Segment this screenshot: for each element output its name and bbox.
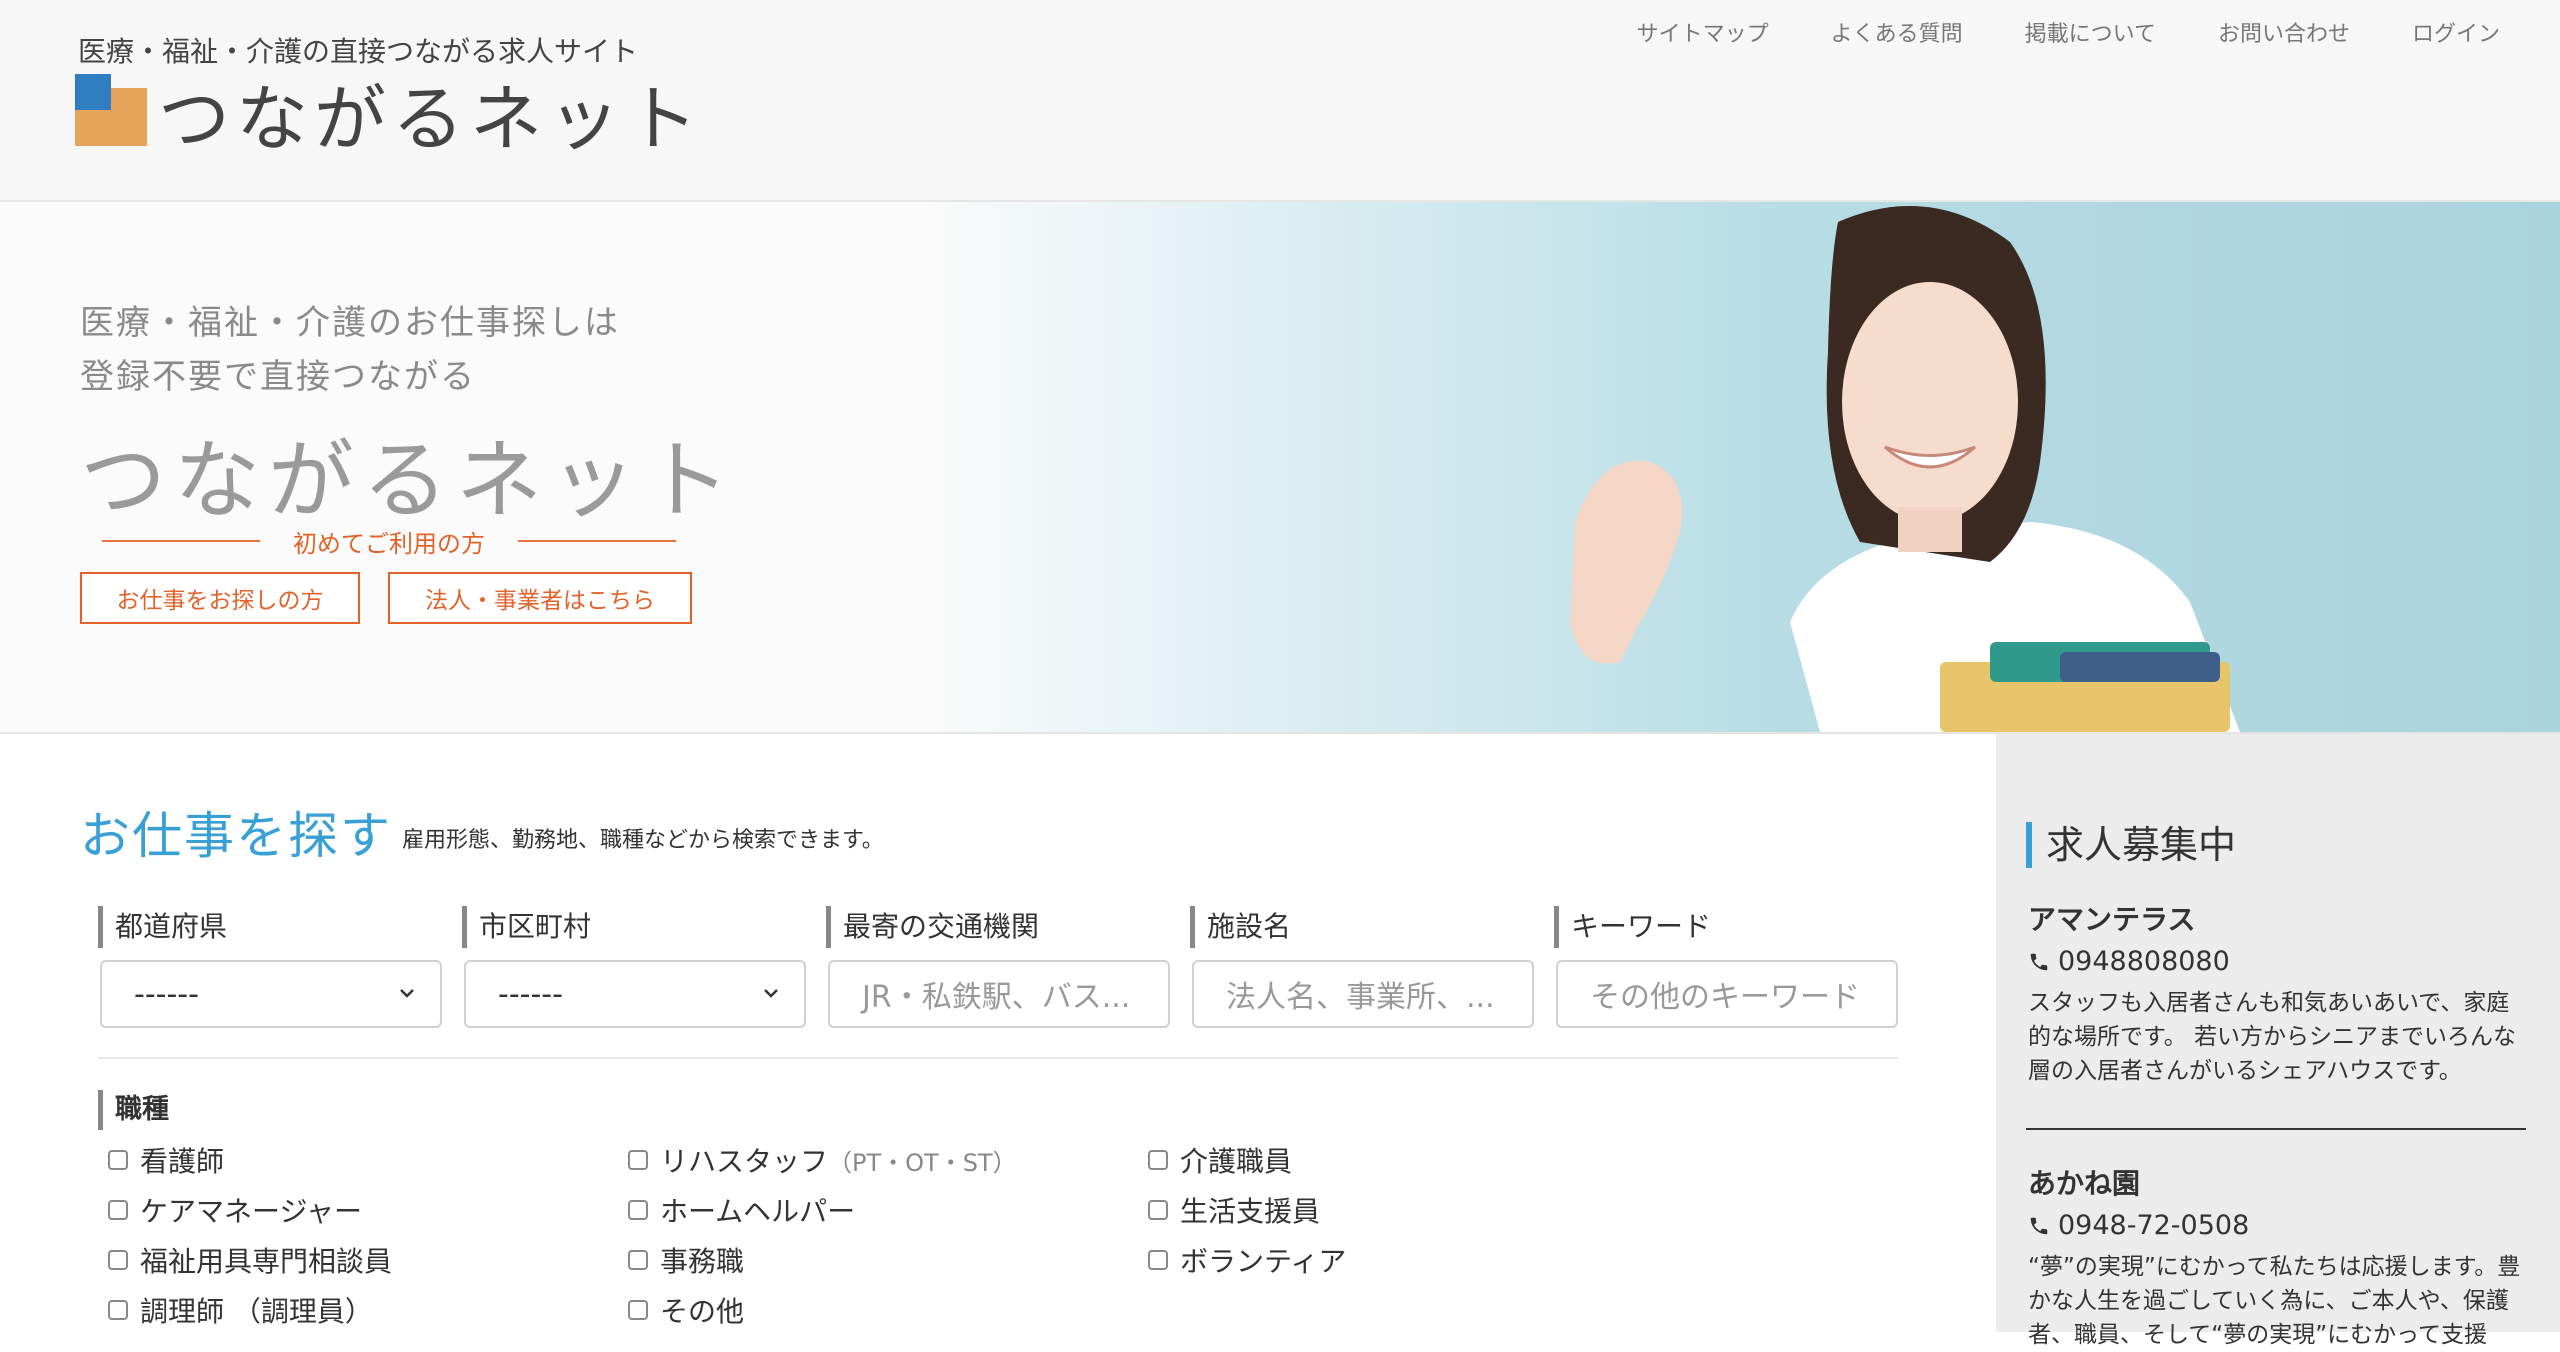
facility-input[interactable]: 法人名、事業所、...	[1192, 960, 1534, 1028]
first-time-line-right	[518, 540, 676, 542]
nav-login[interactable]: ログイン	[2412, 16, 2500, 48]
checkbox-icon[interactable]	[108, 1300, 128, 1320]
job-checkbox-label: リハスタッフ	[660, 1145, 829, 1178]
site-header: 医療・福祉・介護の直接つながる求人サイト つながるネット サイトマップ よくある…	[0, 0, 2560, 202]
logo-icon[interactable]	[75, 74, 147, 146]
corporate-button[interactable]: 法人・事業者はこちら	[388, 572, 692, 624]
checkbox-icon[interactable]	[628, 1300, 648, 1320]
job-checkbox-label: 調理師 （調理員）	[140, 1295, 373, 1328]
hero-subtitle-line2: 登録不要で直接つながる	[80, 357, 476, 397]
job-checkbox-office[interactable]: 事務職	[628, 1240, 744, 1280]
logo-text[interactable]: つながるネット	[158, 60, 704, 165]
job-checkbox-label: ボランティア	[1180, 1245, 1347, 1278]
job-checkbox-care-worker[interactable]: 介護職員	[1148, 1140, 1292, 1180]
sidebar-item-description: スタッフも入居者さんも和気あいあいで、家庭的な場所です。 若い方からシニアまでい…	[2028, 990, 2517, 1084]
job-checkbox-volunteer[interactable]: ボランティア	[1148, 1240, 1346, 1280]
hero-subtitle-line1: 医療・福祉・介護のお仕事探しは	[80, 303, 620, 343]
nav-listing[interactable]: 掲載について	[2025, 16, 2156, 48]
job-checkbox-nurse[interactable]: 看護師	[108, 1140, 224, 1180]
sidebar-item-phone-number: 0948808080	[2058, 946, 2230, 977]
job-checkbox-life-support[interactable]: 生活支援員	[1148, 1190, 1320, 1230]
first-time-heading: 初めてご利用の方	[102, 520, 676, 560]
city-select[interactable]: ------	[464, 960, 806, 1028]
checkbox-icon[interactable]	[1148, 1250, 1168, 1270]
city-value: ------	[498, 976, 563, 1012]
sidebar-title: 求人募集中	[2026, 822, 2236, 868]
job-checkbox-other[interactable]: その他	[628, 1290, 744, 1330]
sidebar-item-name[interactable]: あかね園	[2028, 1162, 2140, 1202]
sidebar-item-name[interactable]: アマンテラス	[2028, 898, 2195, 938]
top-nav: サイトマップ よくある質問 掲載について お問い合わせ ログイン	[1637, 16, 2500, 48]
job-checkbox-label: ホームヘルパー	[660, 1195, 856, 1228]
job-checkbox-label: 介護職員	[1180, 1145, 1293, 1178]
phone-icon	[2030, 1217, 2048, 1234]
keyword-label: キーワード	[1554, 906, 1711, 948]
facility-label: 施設名	[1190, 906, 1291, 948]
city-label: 市区町村	[462, 906, 591, 948]
transport-input[interactable]: JR・私鉄駅、バス...	[828, 960, 1170, 1028]
sidebar-item-phone-number: 0948-72-0508	[2058, 1210, 2250, 1241]
sidebar-item-phone: 0948-72-0508	[2028, 1210, 2249, 1241]
nav-contact[interactable]: お問い合わせ	[2218, 16, 2350, 48]
phone-icon	[2030, 953, 2048, 970]
search-divider	[98, 1057, 1898, 1059]
job-checkbox-rehab[interactable]: リハスタッフ （PT・OT・ST）	[628, 1140, 1017, 1180]
sidebar-item-phone: 0948808080	[2028, 946, 2230, 977]
nav-sitemap[interactable]: サイトマップ	[1637, 16, 1769, 48]
job-checkbox-label: ケアマネージャー	[140, 1195, 363, 1228]
keyword-input[interactable]: その他のキーワード	[1556, 960, 1898, 1028]
checkbox-icon[interactable]	[628, 1150, 648, 1170]
checkbox-icon[interactable]	[1148, 1150, 1168, 1170]
job-seeker-button[interactable]: お仕事をお探しの方	[80, 572, 360, 624]
search-title: お仕事を探す	[80, 807, 392, 865]
sidebar-divider	[2026, 1128, 2526, 1130]
job-checkbox-welfare-equipment[interactable]: 福祉用具専門相談員	[108, 1240, 392, 1280]
checkbox-icon[interactable]	[628, 1200, 648, 1220]
prefecture-value: ------	[134, 976, 199, 1012]
checkbox-icon[interactable]	[1148, 1200, 1168, 1220]
checkbox-icon[interactable]	[108, 1250, 128, 1270]
checkbox-icon[interactable]	[108, 1150, 128, 1170]
hero-subtitle: 医療・福祉・介護のお仕事探しは 登録不要で直接つながる	[80, 296, 620, 404]
prefecture-label: 都道府県	[98, 906, 227, 948]
nav-faq[interactable]: よくある質問	[1831, 16, 1963, 48]
job-checkbox-label: 看護師	[140, 1145, 225, 1178]
prefecture-select[interactable]: ------	[100, 960, 442, 1028]
checkbox-icon[interactable]	[628, 1250, 648, 1270]
job-checkbox-note: （PT・OT・ST）	[828, 1148, 1017, 1177]
job-checkbox-label: 福祉用具専門相談員	[140, 1245, 393, 1278]
job-checkbox-label: その他	[660, 1295, 745, 1328]
sidebar-item-description: “夢”の実現”にむかって私たちは応援します。豊かな人生を過ごしていく為に、ご本人…	[2028, 1254, 2521, 1348]
transport-label: 最寄の交通機関	[826, 906, 1039, 948]
job-checkbox-home-helper[interactable]: ホームヘルパー	[628, 1190, 855, 1230]
job-checkbox-label: 生活支援員	[1180, 1195, 1321, 1228]
chevron-down-icon	[764, 989, 778, 998]
hero-title: つながるネット	[80, 431, 738, 531]
job-type-label: 職種	[98, 1090, 169, 1130]
job-checkbox-care-manager[interactable]: ケアマネージャー	[108, 1190, 362, 1230]
chevron-down-icon	[400, 989, 414, 998]
hero-banner: 医療・福祉・介護のお仕事探しは 登録不要で直接つながる つながるネット 初めてご…	[0, 202, 2560, 734]
job-checkbox-label: 事務職	[660, 1245, 745, 1278]
search-description: 雇用形態、勤務地、職種などから検索できます。	[402, 828, 884, 853]
job-checkbox-cook[interactable]: 調理師 （調理員）	[108, 1290, 373, 1330]
checkbox-icon[interactable]	[108, 1200, 128, 1220]
